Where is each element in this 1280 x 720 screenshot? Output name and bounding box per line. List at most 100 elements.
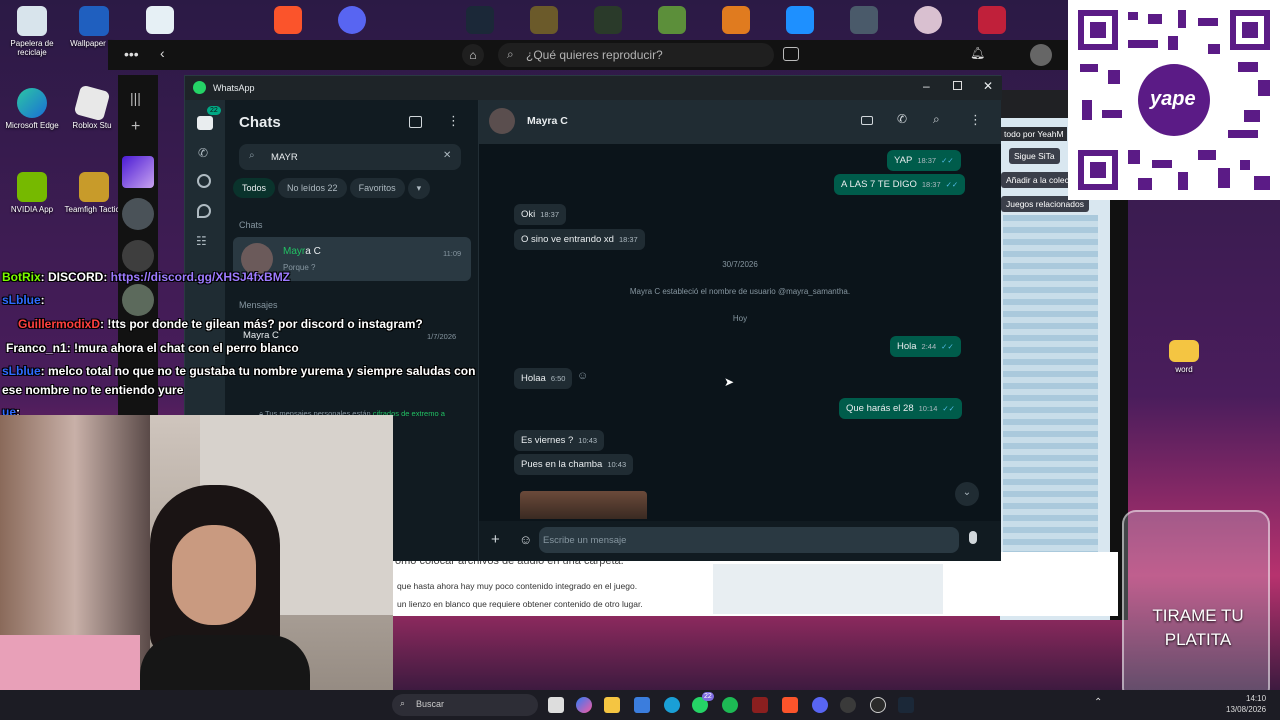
communities-nav-icon[interactable]: ☷ <box>196 234 207 248</box>
maximize-icon[interactable] <box>953 81 962 90</box>
message-incoming[interactable]: Es viernes ? 10:43 <box>514 430 605 451</box>
voice-call-icon[interactable]: ✆ <box>897 112 907 126</box>
filter-favorites[interactable]: Favoritos <box>349 178 405 198</box>
emoji-icon[interactable]: ☺ <box>519 532 532 547</box>
maps-icon[interactable] <box>978 6 1006 34</box>
message-outgoing[interactable]: A LAS 7 TE DIGO 18:37 ✓✓ <box>834 174 966 195</box>
task-view-icon[interactable] <box>548 697 564 713</box>
discord-icon[interactable] <box>812 697 828 713</box>
composer-bar: + ☺ Escribe un mensaje <box>479 521 1001 561</box>
contact-name[interactable]: Mayra C <box>527 115 568 127</box>
add-to-collection-button[interactable]: Añadir a la colec <box>1001 172 1074 188</box>
app-icon[interactable] <box>752 697 768 713</box>
game-icon[interactable] <box>530 6 558 34</box>
close-icon[interactable]: ✕ <box>983 79 993 93</box>
webcam-person <box>140 485 310 720</box>
home-icon[interactable]: ⌂ <box>462 44 484 66</box>
message-input[interactable]: Escribe un mensaje <box>539 527 959 553</box>
discord-icon[interactable] <box>338 6 366 34</box>
message-incoming[interactable]: Oki 18:37 <box>514 204 567 225</box>
bell-icon[interactable]: 🔔︎ <box>970 46 985 60</box>
message-incoming[interactable]: O sino ve entrando xd 18:37 <box>514 229 645 250</box>
filter-unread[interactable]: No leídos 22 <box>278 178 347 198</box>
unread-badge: 22 <box>207 106 221 115</box>
message-outgoing[interactable]: Que harás el 28 10:14 ✓✓ <box>839 398 962 419</box>
tray-expand-icon[interactable]: ⌃ <box>1094 697 1102 708</box>
chats-nav-icon[interactable] <box>197 116 213 130</box>
back-icon[interactable]: ‹ <box>160 45 165 61</box>
minimize-icon[interactable]: – <box>923 79 930 93</box>
taskbar-search[interactable]: ⌕ Buscar <box>392 694 538 716</box>
image-message[interactable] <box>520 491 647 519</box>
browse-icon[interactable] <box>783 47 799 61</box>
add-icon[interactable]: + <box>131 118 140 136</box>
message-outgoing[interactable]: YAP 18:37 ✓✓ <box>887 150 961 171</box>
spotify-icon[interactable] <box>722 697 738 713</box>
filter-more-icon[interactable]: ▾ <box>407 178 431 199</box>
desktop-icon-label: NVIDIA App <box>10 205 54 214</box>
app-icon[interactable] <box>146 6 174 34</box>
filter-all[interactable]: Todos <box>233 178 276 198</box>
chat-user: sLblue <box>2 364 41 378</box>
fortnite-icon[interactable] <box>786 6 814 34</box>
clear-search-icon[interactable]: ✕ <box>443 150 451 161</box>
brave-icon[interactable] <box>782 697 798 713</box>
taskbar-clock[interactable]: 14:10 13/08/2026 <box>1226 693 1266 715</box>
chat-link[interactable]: https://discord.gg/XHSJ4fxBMZ <box>111 270 290 284</box>
donation-jar: TIRAME TU PLATITA <box>1122 510 1270 710</box>
search-icon: ⌕ <box>400 698 406 708</box>
steam-icon[interactable] <box>466 6 494 34</box>
game-icon[interactable] <box>594 6 622 34</box>
game-icon[interactable] <box>850 6 878 34</box>
clock-date: 13/08/2026 <box>1226 705 1267 714</box>
desktop-icon-teamfight[interactable]: Teamfigh Tactics <box>62 172 126 214</box>
steam-icon[interactable] <box>898 697 914 713</box>
attach-icon[interactable]: + <box>491 531 500 548</box>
stream-chat-line: ese nombre no te entiendo yure <box>2 383 183 397</box>
search-icon[interactable]: ⌕ <box>933 112 940 127</box>
message-incoming[interactable]: Holaa 6:50 <box>514 368 573 389</box>
file-explorer-icon[interactable] <box>604 697 620 713</box>
scroll-down-button[interactable]: ⌄ <box>955 482 979 506</box>
xbox-icon[interactable] <box>840 697 856 713</box>
yape-brand-text: yape <box>1150 88 1196 110</box>
desktop-icon-word-folder[interactable]: word <box>1152 340 1216 374</box>
menu-icon[interactable]: ⋮ <box>969 112 982 128</box>
avatar[interactable] <box>1030 44 1052 66</box>
new-chat-icon[interactable] <box>409 116 422 128</box>
playlist-cover[interactable] <box>122 284 154 316</box>
counter-strike-icon[interactable] <box>722 6 750 34</box>
react-emoji-icon[interactable]: ☺ <box>577 370 588 382</box>
search-icon: ⌕ <box>507 47 514 61</box>
calls-nav-icon[interactable]: ✆ <box>198 146 208 160</box>
music-search-input[interactable]: ⌕ ¿Qué quieres reproducir? <box>498 43 774 67</box>
channels-nav-icon[interactable] <box>197 204 211 218</box>
menu-icon[interactable]: ⋮ <box>447 113 460 129</box>
playlist-cover[interactable] <box>122 240 154 272</box>
brave-icon[interactable] <box>274 6 302 34</box>
video-call-icon[interactable] <box>861 116 873 125</box>
message-incoming[interactable]: Pues en la chamba 10:43 <box>514 454 634 475</box>
microphone-icon[interactable] <box>969 531 977 544</box>
store-icon[interactable] <box>634 697 650 713</box>
library-icon[interactable]: ||| <box>130 90 141 106</box>
desktop-icon-roblox[interactable]: Roblox Stu <box>60 84 124 130</box>
chat-search-input[interactable]: ⌕ MAYR ✕ <box>239 144 461 170</box>
copilot-icon[interactable] <box>576 697 592 713</box>
desktop-icon-nvidia[interactable]: NVIDIA App <box>0 172 64 214</box>
playlist-cover[interactable] <box>122 198 154 230</box>
name-rest: a C <box>305 246 321 257</box>
game-icon[interactable] <box>914 6 942 34</box>
message-outgoing[interactable]: Hola 2:44 ✓✓ <box>890 336 961 357</box>
follow-button[interactable]: Sigue SiTa <box>1009 148 1060 164</box>
avatar[interactable] <box>489 108 515 134</box>
roblox-icon <box>73 84 111 122</box>
desktop-icon-edge[interactable]: Microsoft Edge <box>0 88 64 130</box>
desktop-icon-recycle-bin[interactable]: Papelera de reciclaje <box>0 6 64 57</box>
edge-icon[interactable] <box>664 697 680 713</box>
more-icon[interactable]: ••• <box>124 46 139 62</box>
liked-songs-icon[interactable] <box>122 156 154 188</box>
obs-icon[interactable] <box>870 697 886 713</box>
minecraft-icon[interactable] <box>658 6 686 34</box>
status-nav-icon[interactable] <box>197 174 211 188</box>
